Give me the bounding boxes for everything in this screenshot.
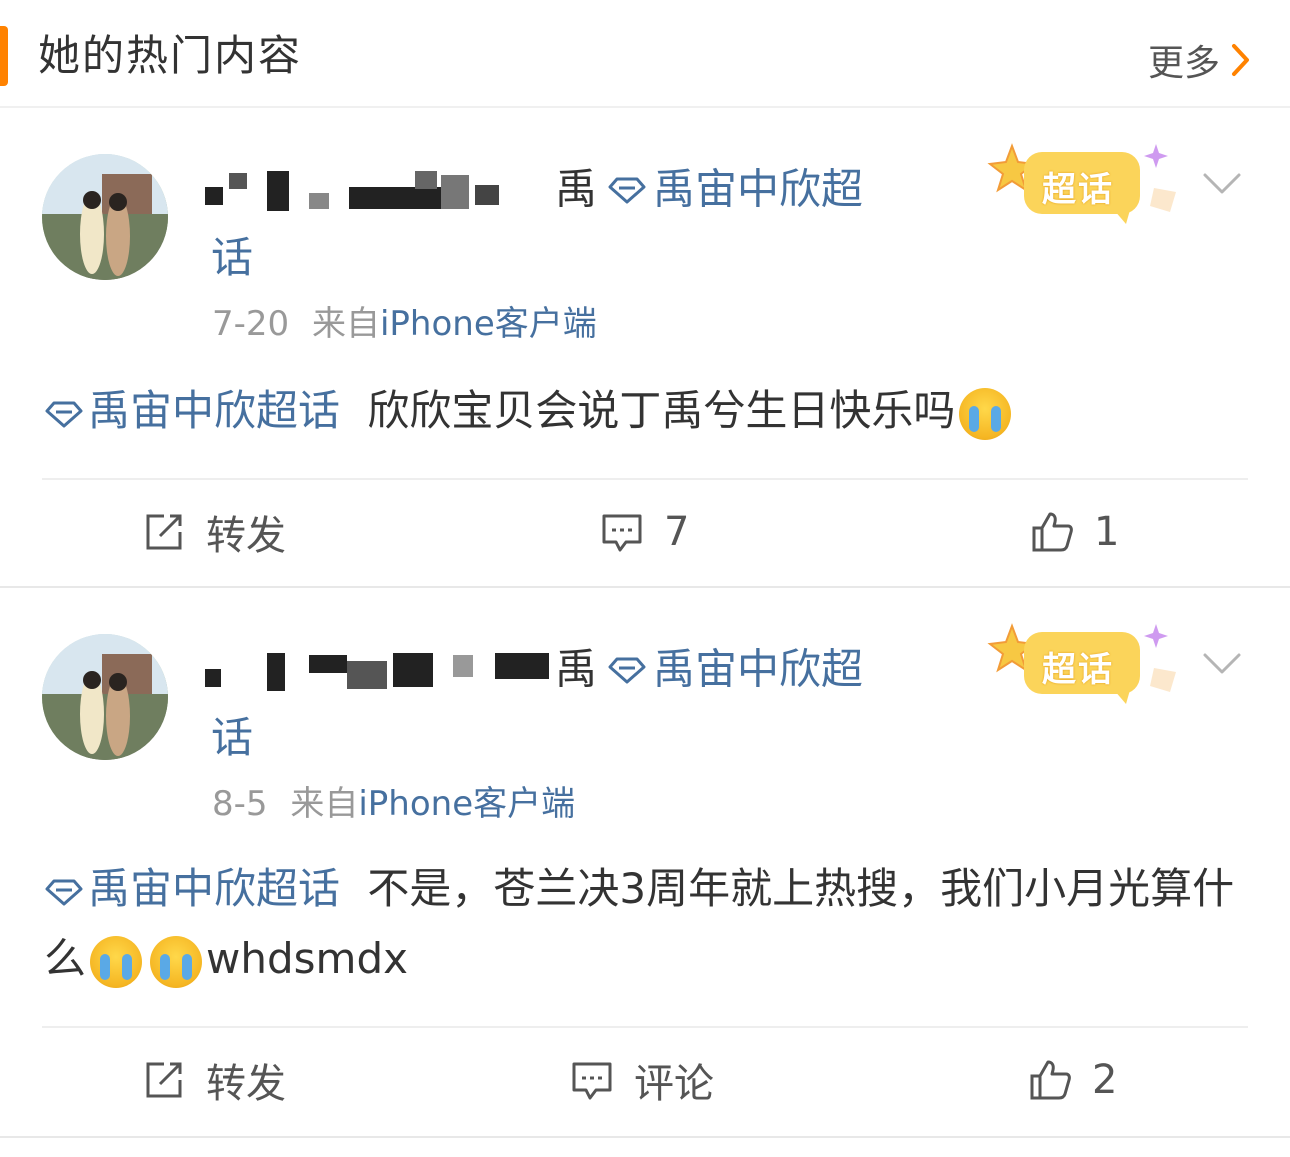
avatar-image: [42, 634, 168, 760]
repost-button[interactable]: 转发: [142, 480, 286, 584]
super-topic-badge[interactable]: 超话: [984, 140, 1184, 236]
author-name-tail: 禹: [555, 164, 598, 214]
thumbs-up-icon: [1032, 512, 1073, 552]
section-header: 她的热门内容 更多: [0, 0, 1290, 108]
share-icon: [146, 1062, 182, 1098]
post-card[interactable]: 禹 禹宙中欣超 话 7-20 来自iPhone客户端 超话 禹宙中欣超话 欣欣宝贝…: [0, 110, 1290, 586]
from-label: 来自: [290, 784, 359, 824]
thumbs-up-icon: [1030, 1060, 1071, 1100]
topic-link[interactable]: 禹宙中欣超: [653, 645, 863, 694]
share-icon: [146, 514, 182, 550]
action-bar: 转发 7 1: [0, 480, 1290, 584]
badge-label: 超话: [1042, 650, 1114, 690]
more-button[interactable]: 更多: [1148, 36, 1252, 84]
post-date: 8-5: [212, 784, 268, 824]
post-source[interactable]: iPhone客户端: [358, 784, 575, 824]
comment-label: 评论: [634, 1061, 714, 1107]
topic-link-wrap[interactable]: 话: [211, 233, 253, 282]
topic-link-wrap[interactable]: 话: [211, 713, 253, 762]
like-count: 2: [1092, 1057, 1118, 1103]
post-meta: 8-5 来自iPhone客户端: [212, 776, 575, 825]
repost-label: 转发: [206, 1061, 286, 1107]
comment-button[interactable]: 7: [600, 480, 689, 584]
post-date: 7-20: [212, 304, 290, 344]
like-button[interactable]: 2: [1028, 1028, 1117, 1132]
diamond-icon: [608, 177, 646, 203]
author-name-tail: 禹: [555, 644, 598, 694]
chevron-right-icon: [1232, 44, 1249, 76]
diamond-icon: [45, 401, 83, 427]
avatar[interactable]: [42, 634, 168, 760]
content-topic-link[interactable]: 禹宙中欣超话: [44, 864, 340, 913]
section-divider: [0, 586, 1290, 588]
section-title: 她的热门内容: [38, 31, 303, 80]
content-tail: whdsmdx: [206, 934, 408, 983]
crying-face-icon: [150, 935, 203, 988]
comment-icon: [572, 1062, 612, 1100]
repost-button[interactable]: 转发: [142, 1028, 286, 1132]
avatar-image: [42, 154, 168, 280]
post-card[interactable]: 禹 禹宙中欣超 话 8-5 来自iPhone客户端 超话 禹宙中欣超话 不是，苍兰…: [0, 590, 1290, 1136]
avatar[interactable]: [42, 154, 168, 280]
post-content: 禹宙中欣超话 欣欣宝贝会说丁禹兮生日快乐吗: [44, 376, 1244, 446]
chevron-down-icon[interactable]: [1202, 652, 1242, 676]
post-meta: 7-20 来自iPhone客户端: [212, 296, 597, 345]
content-topic-label: 禹宙中欣超话: [88, 386, 341, 435]
content-text: 欣欣宝贝会说丁禹兮生日快乐吗: [367, 386, 956, 435]
author-name-masked[interactable]: [205, 647, 555, 693]
chevron-down-icon[interactable]: [1202, 172, 1242, 196]
comment-icon: [602, 514, 642, 552]
comment-button[interactable]: 评论: [570, 1028, 714, 1132]
super-topic-badge[interactable]: 超话: [984, 620, 1184, 716]
from-label: 来自: [311, 304, 380, 344]
comment-count: 7: [664, 509, 690, 555]
more-label: 更多: [1147, 43, 1220, 84]
badge-label: 超话: [1042, 170, 1114, 210]
diamond-icon: [45, 879, 83, 905]
crying-face-icon: [90, 935, 143, 988]
like-button[interactable]: 1: [1030, 480, 1119, 584]
diamond-icon: [608, 657, 646, 683]
author-row: 禹 禹宙中欣超 话: [205, 634, 905, 771]
topic-link[interactable]: 禹宙中欣超: [653, 165, 863, 214]
section-divider: [0, 1136, 1290, 1138]
content-topic-label: 禹宙中欣超话: [88, 864, 341, 913]
author-name-masked[interactable]: [205, 167, 555, 213]
post-source[interactable]: iPhone客户端: [380, 304, 597, 344]
header-accent-bar: [0, 26, 8, 86]
repost-label: 转发: [206, 513, 286, 559]
like-count: 1: [1094, 509, 1120, 555]
content-topic-link[interactable]: 禹宙中欣超话: [44, 386, 340, 435]
post-content: 禹宙中欣超话 不是，苍兰决3周年就上热搜，我们小月光算什么 whdsmdx: [44, 854, 1244, 994]
action-bar: 转发 评论 2: [0, 1028, 1290, 1132]
crying-face-icon: [959, 387, 1012, 440]
author-row: 禹 禹宙中欣超 话: [205, 154, 905, 291]
